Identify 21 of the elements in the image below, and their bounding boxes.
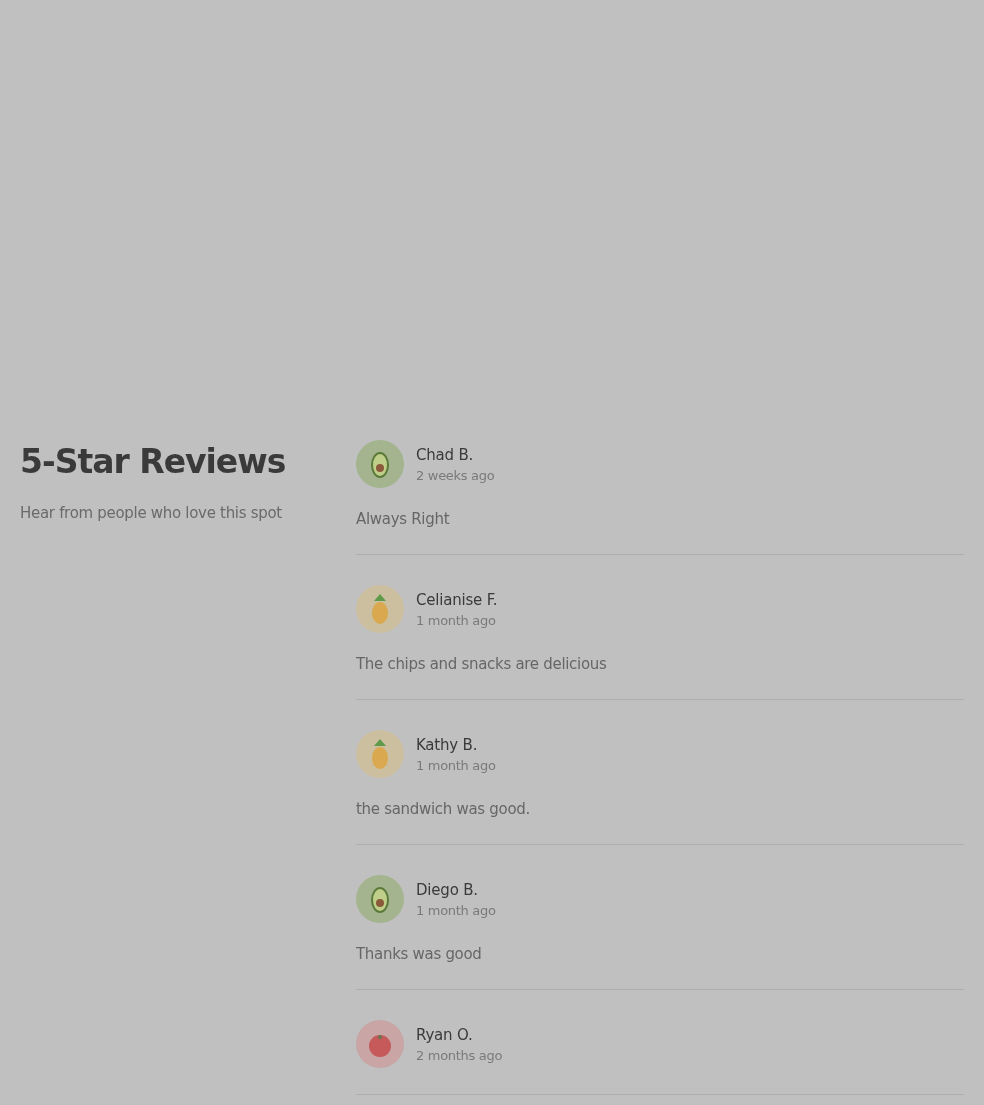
review-date: 2 months ago: [416, 1047, 503, 1063]
pineapple-avatar-icon: [356, 585, 404, 633]
tomato-avatar-icon: [356, 1020, 404, 1068]
pineapple-avatar-icon: [356, 730, 404, 778]
reviewer-name: Kathy B.: [416, 735, 479, 754]
reviewer-name: Ryan O.: [416, 1025, 474, 1044]
avocado-avatar-icon: [356, 875, 404, 923]
review-date: 1 month ago: [416, 612, 497, 628]
reviewer-name: Chad B.: [416, 445, 475, 464]
section-subtitle: Hear from people who love this spot: [20, 504, 283, 522]
review-date: 2 weeks ago: [416, 467, 495, 483]
reviewer-name: Celianise F.: [416, 590, 498, 609]
review-date: 1 month ago: [416, 902, 496, 918]
avocado-avatar-icon: [356, 440, 404, 488]
review-text: Always Right: [356, 510, 451, 528]
reviewer-name: Diego B.: [416, 880, 479, 899]
section-title: 5-Star Reviews: [20, 441, 287, 483]
review-text: the sandwich was good.: [356, 800, 531, 818]
review-date: 1 month ago: [416, 757, 496, 773]
review-text: Thanks was good: [356, 945, 483, 963]
review-text: The chips and snacks are delicious: [356, 655, 608, 673]
